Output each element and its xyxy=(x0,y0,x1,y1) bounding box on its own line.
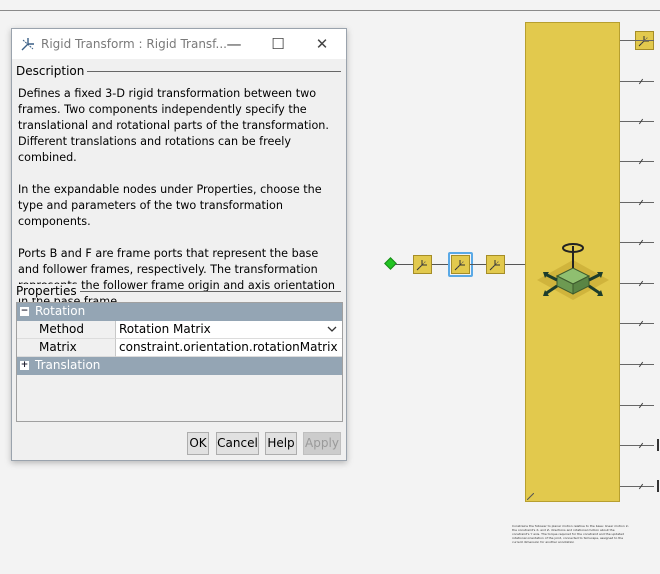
output-line[interactable] xyxy=(620,40,654,41)
output-line[interactable] xyxy=(620,242,654,243)
properties-divider xyxy=(78,291,341,292)
rigid-transform-block[interactable] xyxy=(413,255,432,274)
matrix-row: Matrix constraint.orientation.rotationMa… xyxy=(17,339,342,357)
block-parameters-dialog: Rigid Transform : Rigid Transf... — ☐ ✕ … xyxy=(11,28,347,461)
description-label: Description xyxy=(16,64,88,78)
output-line[interactable] xyxy=(620,445,654,446)
cancel-button[interactable]: Cancel xyxy=(216,432,259,455)
ok-button[interactable]: OK xyxy=(187,432,209,455)
resize-handle-icon[interactable] xyxy=(527,493,534,500)
dialog-title: Rigid Transform : Rigid Transf... xyxy=(41,37,227,51)
output-line[interactable] xyxy=(620,202,654,203)
description-paragraph: Ports B and F are frame ports that repre… xyxy=(18,247,336,308)
rigid-transform-icon xyxy=(21,38,34,51)
translation-group-header[interactable]: + Translation xyxy=(17,357,342,375)
signal-line[interactable] xyxy=(395,264,413,265)
method-label: Method xyxy=(17,321,116,339)
properties-label: Properties xyxy=(16,284,80,298)
method-value: Rotation Matrix xyxy=(119,322,211,336)
maximize-button[interactable]: ☐ xyxy=(256,29,300,59)
signal-line[interactable] xyxy=(505,264,525,265)
output-line[interactable] xyxy=(620,364,654,365)
expand-icon[interactable]: + xyxy=(20,361,29,370)
close-button[interactable]: ✕ xyxy=(300,29,344,59)
chevron-down-icon[interactable] xyxy=(327,325,337,333)
dialog-titlebar[interactable]: Rigid Transform : Rigid Transf... — ☐ ✕ xyxy=(12,29,346,59)
output-line[interactable] xyxy=(620,405,654,406)
collapse-icon[interactable]: − xyxy=(20,307,29,316)
output-line[interactable] xyxy=(620,323,654,324)
output-line[interactable] xyxy=(620,161,654,162)
output-line[interactable] xyxy=(620,283,654,284)
output-line[interactable] xyxy=(620,121,654,122)
frame-transform-icon xyxy=(454,260,465,271)
apply-button[interactable]: Apply xyxy=(303,432,341,455)
rotation-group-header[interactable]: − Rotation xyxy=(17,303,342,321)
description-divider xyxy=(82,71,341,72)
joint-motion-icon xyxy=(537,243,609,300)
rigid-transform-block-selected[interactable] xyxy=(451,255,470,274)
property-grid: − Rotation Method Rotation Matrix Matrix… xyxy=(16,302,343,422)
frame-transform-icon xyxy=(489,260,500,271)
method-dropdown[interactable]: Rotation Matrix xyxy=(116,321,342,339)
frame-transform-icon xyxy=(416,260,427,271)
description-paragraph: In the expandable nodes under Properties… xyxy=(18,183,322,228)
rotation-group-label: Rotation xyxy=(35,304,86,318)
output-line[interactable] xyxy=(620,486,654,487)
help-button[interactable]: Help xyxy=(265,432,297,455)
matrix-field[interactable]: constraint.orientation.rotationMatrix xyxy=(116,339,342,357)
description-paragraph: Defines a fixed 3-D rigid transformation… xyxy=(18,87,329,164)
method-row: Method Rotation Matrix xyxy=(17,321,342,339)
port-connector[interactable] xyxy=(657,439,659,451)
minimize-button[interactable]: — xyxy=(212,29,256,59)
matrix-label: Matrix xyxy=(17,339,116,357)
output-line[interactable] xyxy=(620,81,654,82)
port-connector[interactable] xyxy=(657,480,659,492)
rigid-transform-block[interactable] xyxy=(486,255,505,274)
signal-line[interactable] xyxy=(470,264,486,265)
translation-group-label: Translation xyxy=(35,358,101,372)
block-annotation: Constrains the follower to planar motion… xyxy=(512,524,629,544)
planar-joint-block[interactable] xyxy=(525,22,620,502)
